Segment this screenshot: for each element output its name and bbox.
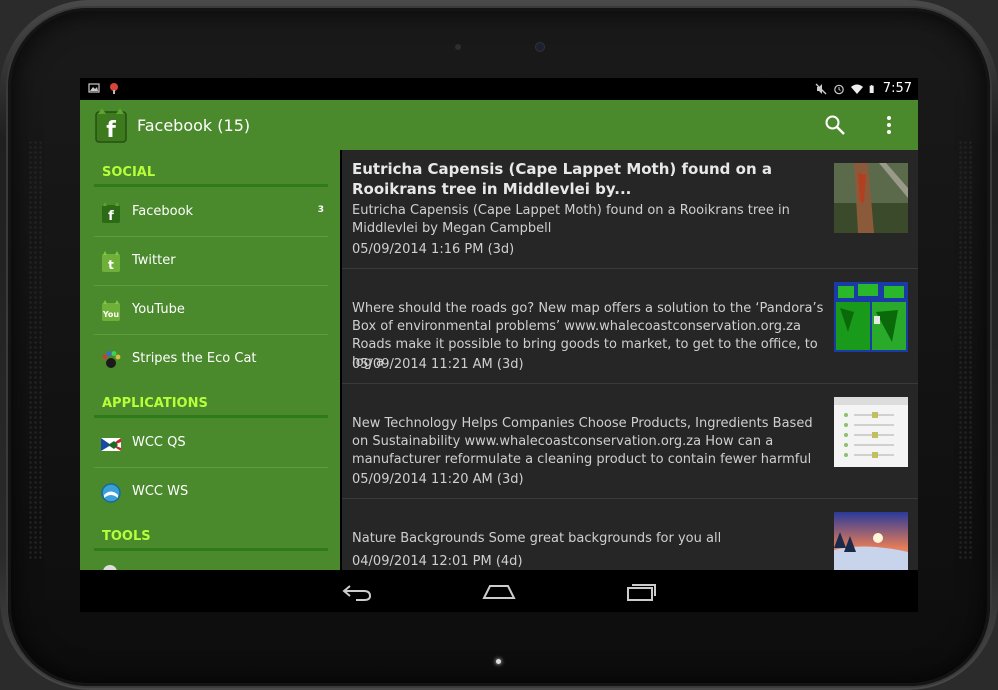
twitter-icon: t bbox=[102, 251, 120, 272]
feed-item[interactable]: Eutricha Capensis (Cape Lappet Moth) fou… bbox=[342, 150, 918, 269]
wcc-qs-icon bbox=[101, 438, 121, 451]
svg-text:You: You bbox=[102, 310, 120, 319]
drawer-item-twitter[interactable]: t Twitter bbox=[94, 237, 328, 285]
feed-item-text: New Technology Helps Companies Choose Pr… bbox=[352, 416, 813, 467]
facebook-icon: f bbox=[102, 202, 120, 224]
front-camera bbox=[536, 43, 544, 51]
drawer-item-label: WCC WS bbox=[132, 484, 189, 499]
feed-item-date: 05/09/2014 1:16 PM (3d) bbox=[352, 242, 515, 257]
speaker-grill-left bbox=[28, 140, 42, 560]
unread-count-badge: 3 bbox=[317, 205, 324, 215]
feed-item[interactable]: New Technology Helps Companies Choose Pr… bbox=[342, 384, 918, 499]
image-icon bbox=[88, 83, 100, 93]
drawer-item-label: Facebook bbox=[132, 204, 194, 219]
spreadsheet-thumbnail bbox=[834, 397, 908, 467]
alarm-icon bbox=[833, 84, 844, 94]
feed-item-date: 04/09/2014 12:01 PM (4d) bbox=[352, 554, 523, 569]
svg-text:f: f bbox=[108, 209, 114, 224]
drawer-item-label: Twitter bbox=[132, 253, 176, 268]
overflow-menu-icon[interactable] bbox=[885, 114, 893, 136]
drawer-item-youtube[interactable]: You YouTube bbox=[94, 286, 328, 334]
speaker-grill-right bbox=[958, 140, 972, 560]
drawer-item-facebook[interactable]: f Facebook 3 bbox=[94, 188, 328, 236]
notification-app-icon bbox=[110, 83, 118, 94]
feed-item[interactable]: Nature Backgrounds Some great background… bbox=[342, 499, 918, 570]
recents-icon[interactable] bbox=[624, 580, 658, 602]
system-nav-bar bbox=[80, 570, 918, 612]
feed-item-date: 05/09/2014 11:20 AM (3d) bbox=[352, 472, 524, 487]
battery-icon bbox=[869, 84, 874, 93]
youtube-icon: You bbox=[102, 300, 120, 321]
action-bar: f Facebook (15) bbox=[80, 100, 918, 150]
svg-text:t: t bbox=[108, 258, 114, 272]
map-thumbnail bbox=[834, 282, 908, 352]
section-divider bbox=[94, 548, 328, 551]
home-icon[interactable] bbox=[482, 580, 516, 602]
navigation-drawer: SOCIAL f Facebook 3 t Twitter You YouTub… bbox=[80, 150, 340, 579]
feed-item-title: Eutricha Capensis (Cape Lappet Moth) fou… bbox=[352, 160, 772, 198]
wifi-icon bbox=[850, 84, 863, 94]
section-divider bbox=[94, 184, 328, 187]
status-time: 7:57 bbox=[882, 81, 912, 96]
paw-icon bbox=[102, 351, 121, 368]
winter-landscape-thumbnail bbox=[834, 512, 908, 570]
drawer-item-wcc-ws[interactable]: WCC WS bbox=[94, 468, 328, 516]
feed-item-date: 05/09/2014 11:21 AM (3d) bbox=[352, 357, 524, 372]
moth-thumbnail bbox=[834, 163, 908, 233]
screen: 7:57 f Facebook (15) SOCIAL f Facebook 3… bbox=[80, 78, 918, 612]
sensor bbox=[455, 44, 461, 50]
search-icon[interactable] bbox=[824, 114, 846, 136]
wcc-ws-icon bbox=[101, 483, 121, 503]
drawer-item-label: WCC QS bbox=[132, 435, 186, 450]
feed-list: Eutricha Capensis (Cape Lappet Moth) fou… bbox=[342, 150, 918, 570]
status-bar: 7:57 bbox=[80, 78, 918, 100]
feed-item[interactable]: Where should the roads go? New map offer… bbox=[342, 269, 918, 384]
feed-item-text: Nature Backgrounds Some great background… bbox=[352, 531, 722, 546]
screen-title: Facebook (15) bbox=[137, 116, 251, 135]
drawer-item-label: Stripes the Eco Cat bbox=[132, 351, 257, 366]
section-title-applications: APPLICATIONS bbox=[102, 396, 208, 411]
section-title-tools: TOOLS bbox=[102, 529, 151, 544]
drawer-item-wcc-qs[interactable]: WCC QS bbox=[94, 419, 328, 467]
feed-item-text: Eutricha Capensis (Cape Lappet Moth) fou… bbox=[352, 203, 790, 236]
drawer-item-stripes-eco-cat[interactable]: Stripes the Eco Cat bbox=[94, 335, 328, 383]
back-icon[interactable] bbox=[340, 580, 374, 602]
section-title-social: SOCIAL bbox=[102, 165, 156, 180]
app-logo-icon[interactable]: f bbox=[92, 106, 130, 144]
section-divider bbox=[94, 415, 328, 418]
notification-led bbox=[496, 659, 501, 664]
svg-text:f: f bbox=[106, 118, 116, 143]
drawer-item-label: YouTube bbox=[132, 302, 185, 317]
mute-icon bbox=[815, 83, 827, 94]
